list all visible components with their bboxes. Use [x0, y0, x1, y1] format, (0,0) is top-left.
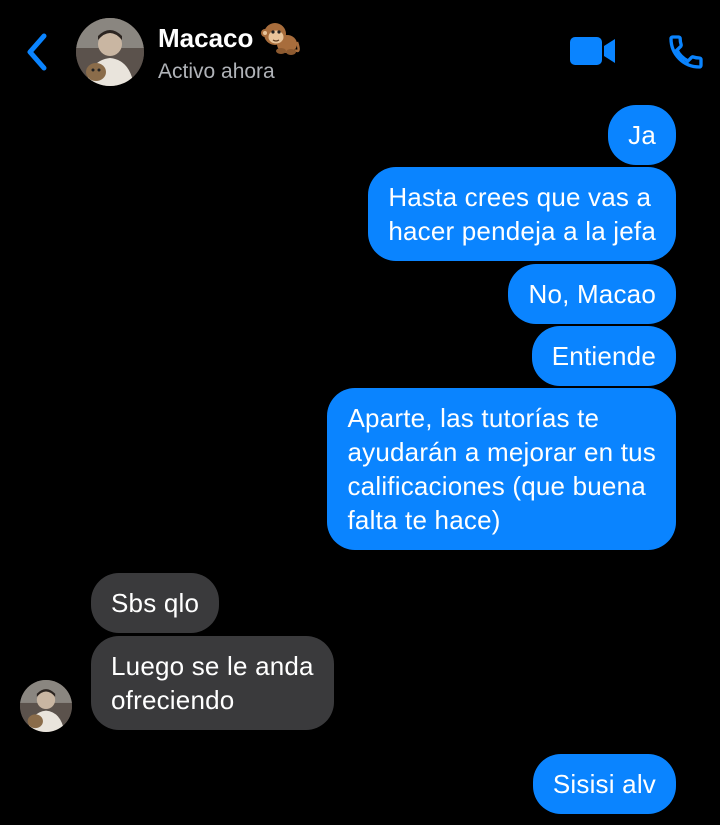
chat-header: Macaco Activo ahora — [0, 0, 720, 100]
avatar-photo — [76, 18, 144, 86]
message-bubble-outgoing[interactable]: Ja — [608, 105, 676, 165]
avatar-photo — [20, 680, 72, 732]
phone-icon — [669, 35, 703, 69]
message-bubble-outgoing[interactable]: Aparte, las tutorías te ayudarán a mejor… — [327, 388, 676, 550]
chevron-left-icon — [27, 33, 47, 71]
message-bubble-incoming[interactable]: Luego se le anda ofreciendo — [91, 636, 334, 730]
message-bubble-outgoing[interactable]: Entiende — [531, 326, 676, 386]
message-bubble-outgoing[interactable]: Hasta crees que vas a hacer pendeja a la… — [368, 167, 676, 261]
contact-name-row[interactable]: Macaco — [158, 20, 301, 56]
voice-call-button[interactable] — [666, 32, 706, 72]
video-camera-icon — [570, 37, 615, 65]
active-status: Activo ahora — [158, 60, 275, 83]
message-bubble-incoming[interactable]: Sbs qlo — [91, 573, 220, 633]
message-bubble-outgoing[interactable]: No, Macao — [508, 264, 676, 324]
monkey-emoji-icon — [261, 23, 301, 55]
contact-name: Macaco — [158, 23, 254, 53]
back-button[interactable] — [22, 30, 54, 74]
sender-avatar[interactable] — [20, 680, 72, 732]
contact-avatar[interactable] — [76, 18, 144, 86]
video-call-button[interactable] — [568, 32, 618, 70]
message-bubble-outgoing[interactable]: Sisisi alv — [532, 754, 676, 814]
